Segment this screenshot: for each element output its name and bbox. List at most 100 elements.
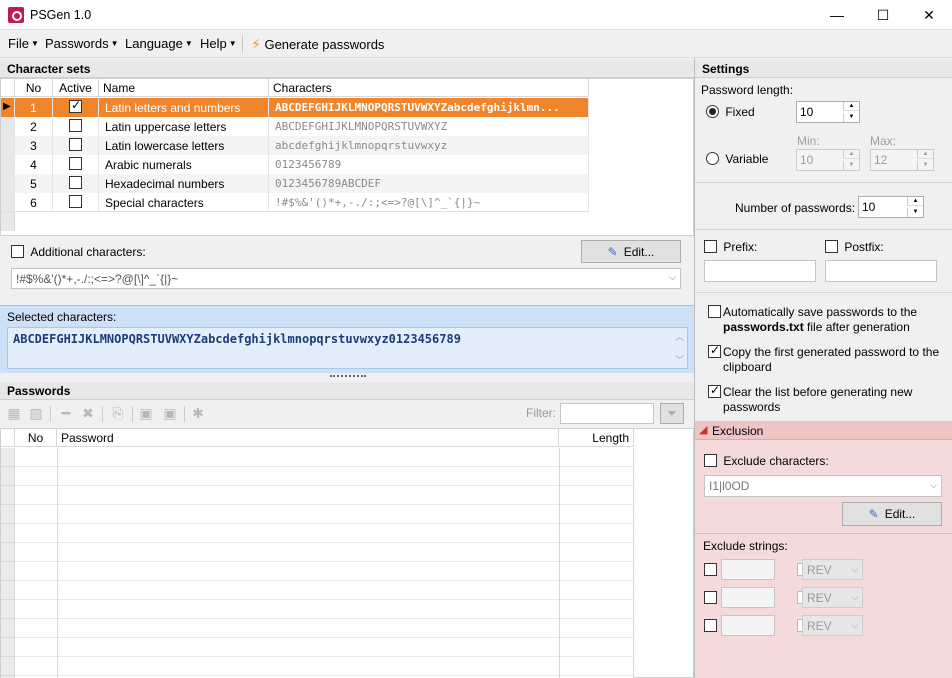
chevron-down-icon[interactable]: ⌵ (851, 564, 858, 575)
prefix-checkbox-wrap[interactable]: Prefix: (704, 240, 757, 254)
exclude-string-input[interactable] (721, 559, 775, 580)
exclude-string-checkbox[interactable] (704, 563, 717, 576)
col-length[interactable]: Length (559, 429, 634, 447)
charset-row[interactable]: ▶ 1 Latin letters and numbersABCDEFGHIJKLM… (1, 98, 589, 117)
select-all-icon[interactable]: ▦ (6, 405, 22, 421)
charset-row[interactable]: 6 Special characters !#$%&'()*+,-./:;<=>?@… (1, 193, 589, 212)
charset-active-checkbox[interactable] (69, 176, 82, 189)
remove-icon[interactable]: ━ (58, 405, 74, 421)
chevron-down-icon[interactable]: ⌵ (669, 272, 676, 283)
postfix-checkbox-wrap[interactable]: Postfix: (825, 240, 884, 254)
exclude-rev-select[interactable]: REV ⌵ (802, 615, 863, 636)
copy-icon[interactable]: ⎘ (110, 405, 126, 421)
spin-up-icon[interactable]: ▲ (843, 150, 859, 159)
col-active[interactable]: Active (53, 79, 99, 97)
spin-up-icon[interactable]: ▲ (907, 197, 923, 206)
additional-chars-combo[interactable]: !#$%&'()*+,-./:;<=>?@[\]^_`{|}~ ⌵ (11, 268, 681, 289)
chevron-down-icon[interactable]: ⌵ (851, 620, 858, 631)
charset-active-checkbox[interactable] (69, 157, 82, 170)
charset-row[interactable]: 5 Hexadecimal numbers 0123456789ABCDEF (1, 174, 589, 193)
col-characters[interactable]: Characters (269, 79, 589, 97)
charset-active-cell[interactable] (53, 136, 99, 155)
selected-chars-box[interactable]: ABCDEFGHIJKLMNOPQRSTUVWXYZabcdefghijklmn… (7, 327, 688, 369)
asterisk-icon[interactable]: ✱ (190, 405, 206, 421)
charset-active-cell[interactable] (53, 155, 99, 174)
exclude-edit-button[interactable]: ✎ Edit... (842, 502, 942, 526)
exclude-string-input[interactable] (721, 587, 775, 608)
splitter-handle[interactable] (330, 375, 366, 379)
max-length-spinner[interactable]: 12 ▲ ▼ (870, 149, 934, 171)
spin-up-icon[interactable]: ▲ (917, 150, 933, 159)
additional-edit-button[interactable]: ✎ Edit... (581, 240, 681, 263)
exclusion-header[interactable]: ◢ Exclusion (695, 421, 952, 440)
filter-clear-button[interactable]: ⏷ (660, 403, 684, 424)
exclude-string-checkbox[interactable] (704, 591, 717, 604)
filter-input[interactable] (560, 403, 654, 424)
spin-down-icon[interactable]: ▼ (843, 161, 859, 170)
clear-list-checkbox-box[interactable] (708, 383, 721, 398)
fixed-radio[interactable] (706, 105, 719, 118)
variable-radio[interactable] (706, 152, 719, 165)
copy-first-checkbox[interactable] (708, 343, 721, 361)
scroll-up-icon[interactable]: ︿ (675, 330, 684, 343)
number-of-passwords-spinner[interactable]: 10 ▲ ▼ (858, 196, 924, 218)
autosave-checkbox[interactable] (708, 305, 721, 321)
save-as-icon[interactable]: ▣ (162, 405, 178, 421)
exclude-string-checkbox[interactable] (704, 619, 717, 632)
prefix-input[interactable] (704, 260, 816, 282)
additional-checkbox-wrap[interactable]: Additional characters: (11, 245, 146, 259)
fixed-radio-wrap[interactable]: Fixed (706, 105, 755, 119)
additional-checkbox[interactable] (11, 245, 24, 258)
exclude-rev-select[interactable]: REV ⌵ (802, 559, 863, 580)
exclude-string-input[interactable] (721, 615, 775, 636)
spin-down-icon[interactable]: ▼ (907, 208, 923, 217)
col-password[interactable]: Password (57, 429, 559, 447)
variable-radio-wrap[interactable]: Variable (706, 152, 768, 166)
menu-file[interactable]: File ▼ (8, 36, 39, 51)
min-length-spinner[interactable]: 10 ▲ ▼ (796, 149, 860, 171)
charset-active-cell[interactable] (53, 98, 99, 117)
col-no[interactable]: No (15, 79, 53, 97)
charset-active-cell[interactable] (53, 174, 99, 193)
postfix-input[interactable] (825, 260, 937, 282)
col-pw-no[interactable]: No (15, 429, 57, 447)
chevron-down-icon[interactable]: ⌵ (930, 480, 937, 491)
postfix-checkbox[interactable] (825, 240, 838, 253)
maximize-button[interactable]: ☐ (860, 0, 906, 30)
chevron-down-icon[interactable]: ⌵ (851, 592, 858, 603)
fixed-length-spinner[interactable]: 10 ▲ ▼ (796, 101, 860, 123)
menu-passwords[interactable]: Passwords ▼ (45, 36, 119, 51)
charset-row[interactable]: 2 Latin uppercase letters ABCDEFGHIJKLMNOP… (1, 117, 589, 136)
copy-first-checkbox-box[interactable] (708, 343, 721, 358)
delete-icon[interactable]: ✖ (80, 405, 96, 421)
close-button[interactable]: ✕ (906, 0, 952, 30)
charset-row[interactable]: 4 Arabic numerals 0123456789 (1, 155, 589, 174)
charset-active-checkbox[interactable] (69, 195, 82, 208)
clear-list-checkbox[interactable] (708, 383, 721, 401)
charset-active-checkbox[interactable] (69, 98, 82, 113)
exclude-rev-select[interactable]: REV ⌵ (802, 587, 863, 608)
charset-active-cell[interactable] (53, 193, 99, 212)
spin-down-icon[interactable]: ▼ (843, 113, 859, 122)
autosave-checkbox-box[interactable] (708, 305, 721, 318)
minimize-button[interactable]: — (814, 0, 860, 30)
collapse-triangle-icon[interactable]: ◢ (699, 423, 707, 436)
save-icon[interactable]: ▣ (138, 405, 154, 421)
col-name[interactable]: Name (99, 79, 269, 97)
spin-down-icon[interactable]: ▼ (917, 161, 933, 170)
charset-active-checkbox[interactable] (69, 119, 82, 132)
exclude-chars-combo[interactable]: I1|l0OD ⌵ (704, 475, 942, 497)
menu-help[interactable]: Help ▼ (200, 36, 237, 51)
charset-active-cell[interactable] (53, 117, 99, 136)
invert-selection-icon[interactable]: ▧ (28, 405, 44, 421)
charset-active-checkbox[interactable] (69, 138, 82, 151)
exclude-chars-checkbox-wrap[interactable]: Exclude characters: (704, 454, 829, 468)
prefix-checkbox[interactable] (704, 240, 717, 253)
scroll-down-icon[interactable]: ﹀ (675, 353, 684, 366)
new-row[interactable] (1, 211, 589, 231)
generate-passwords-button[interactable]: ⚡ Generate passwords (251, 36, 384, 53)
spin-up-icon[interactable]: ▲ (843, 102, 859, 111)
charset-row[interactable]: 3 Latin lowercase letters abcdefghijklmnop… (1, 136, 589, 155)
menu-language[interactable]: Language ▼ (125, 36, 193, 51)
exclude-chars-checkbox[interactable] (704, 454, 717, 467)
